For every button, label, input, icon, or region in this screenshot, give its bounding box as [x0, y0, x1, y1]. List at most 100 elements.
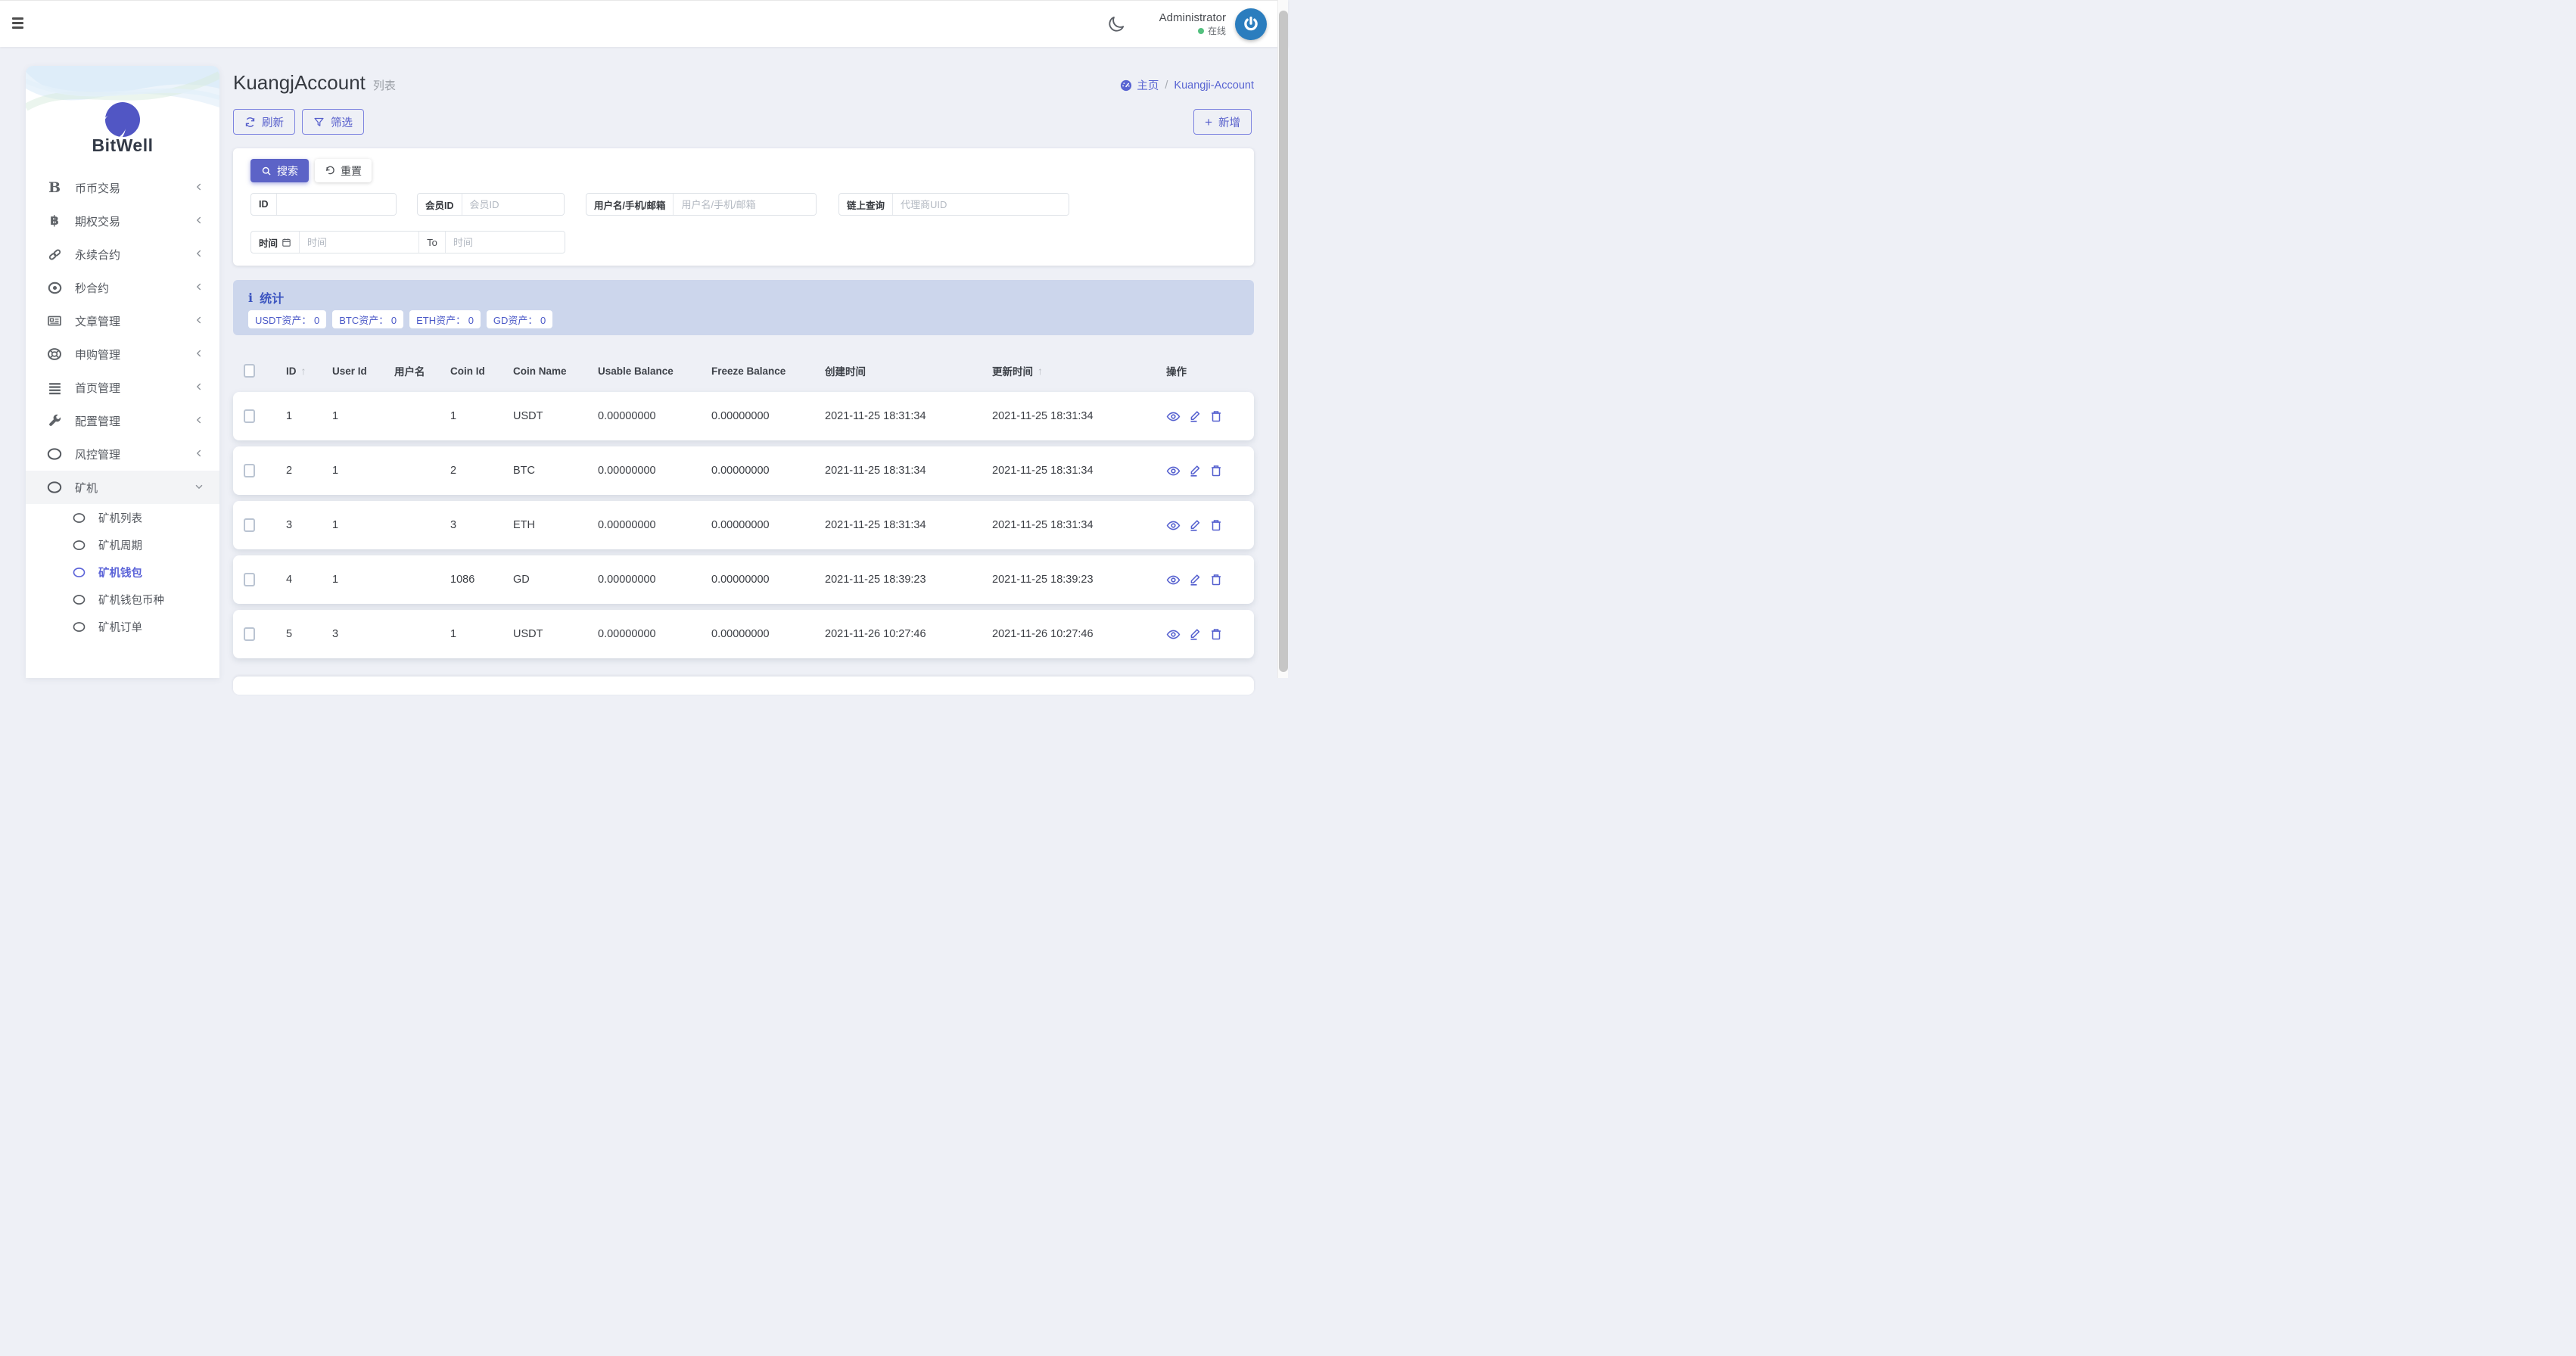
column-id[interactable]: ID ↑: [286, 365, 332, 377]
sidebar-subitem-miner-order[interactable]: 矿机订单: [26, 613, 219, 640]
cell-created: 2021-11-25 18:31:34: [825, 465, 992, 477]
reset-button[interactable]: 重置: [315, 159, 372, 182]
stats-header: i 统计: [248, 288, 284, 306]
field-id-input[interactable]: [277, 194, 397, 215]
field-time-range: 时间 To: [250, 231, 565, 253]
breadcrumb: 主页 / Kuangji-Account: [1120, 77, 1254, 93]
online-label: 在线: [1208, 26, 1226, 37]
field-username-label: 用户名/手机/邮箱: [586, 194, 674, 215]
delete-trash-icon[interactable]: [1209, 464, 1223, 478]
row-checkbox[interactable]: [244, 518, 255, 532]
refresh-button[interactable]: 刷新: [233, 109, 295, 135]
row-checkbox[interactable]: [244, 627, 255, 641]
field-chain-query: 链上查询: [838, 193, 1069, 216]
letter-b-icon: B: [45, 179, 64, 196]
column-created: 创建时间: [825, 363, 992, 378]
info-icon: i: [248, 291, 253, 305]
scrollbar-thumb[interactable]: [1279, 11, 1288, 672]
field-chain-query-input[interactable]: [893, 194, 1069, 215]
column-username: 用户名: [394, 363, 450, 378]
cell-usable: 0.00000000: [598, 410, 711, 422]
cell-coin-id: 2: [450, 465, 513, 477]
view-eye-icon[interactable]: [1166, 627, 1181, 642]
sidebar-item-label: 风控管理: [75, 446, 120, 462]
select-all-checkbox[interactable]: [244, 364, 255, 378]
circle-icon: [73, 567, 86, 578]
circle-icon: [45, 447, 64, 461]
row-checkbox[interactable]: [244, 409, 255, 423]
sidebar-item-option-trade[interactable]: ฿ 期权交易: [26, 204, 219, 238]
add-button[interactable]: + 新增: [1193, 109, 1252, 135]
sidebar-item-miner[interactable]: 矿机: [26, 471, 219, 504]
edit-pencil-icon[interactable]: [1187, 627, 1202, 642]
sort-asc-icon: ↑: [301, 365, 306, 377]
sidebar-subitem-miner-wallet[interactable]: 矿机钱包: [26, 558, 219, 586]
cell-user-id: 3: [332, 628, 394, 640]
breadcrumb-home-link[interactable]: 主页: [1120, 77, 1159, 93]
sidebar-subitem-miner-wallet-coin[interactable]: 矿机钱包币种: [26, 586, 219, 613]
view-eye-icon[interactable]: [1166, 464, 1181, 478]
sidebar-item-subscription[interactable]: 申购管理: [26, 337, 219, 371]
sidebar-subitem-miner-list[interactable]: 矿机列表: [26, 504, 219, 531]
edit-pencil-icon[interactable]: [1187, 409, 1202, 424]
column-updated[interactable]: 更新时间↑: [992, 363, 1166, 378]
sidebar-logo-area: BitWell: [26, 66, 219, 164]
time-from-input[interactable]: [300, 232, 418, 253]
cell-created: 2021-11-25 18:31:34: [825, 410, 992, 422]
sidebar-item-homepage[interactable]: 首页管理: [26, 371, 219, 404]
bitwell-logo-icon: [105, 102, 140, 137]
chevron-down-icon: [194, 481, 204, 496]
sidebar-subitem-miner-period[interactable]: 矿机周期: [26, 531, 219, 558]
breadcrumb-current: Kuangji-Account: [1174, 79, 1254, 92]
time-to-input[interactable]: [446, 232, 565, 253]
delete-trash-icon[interactable]: [1209, 518, 1223, 533]
magnifier-icon: [261, 166, 272, 176]
view-eye-icon[interactable]: [1166, 518, 1181, 533]
cell-updated: 2021-11-25 18:31:34: [992, 465, 1166, 477]
column-coin-id: Coin Id: [450, 365, 513, 377]
sidebar-item-config[interactable]: 配置管理: [26, 404, 219, 437]
sidebar-item-second-contract[interactable]: 秒合约: [26, 271, 219, 304]
column-id-label: ID: [286, 365, 297, 377]
delete-trash-icon[interactable]: [1209, 409, 1223, 424]
row-checkbox[interactable]: [244, 464, 255, 477]
cell-id: 5: [286, 628, 332, 640]
chevron-left-icon: [194, 415, 204, 429]
user-block[interactable]: Administrator 在线: [1159, 11, 1226, 37]
edit-pencil-icon[interactable]: [1187, 518, 1202, 533]
dark-mode-moon-icon[interactable]: [1106, 14, 1126, 34]
cell-user-id: 1: [332, 410, 394, 422]
sidebar-item-risk[interactable]: 风控管理: [26, 437, 219, 471]
edit-pencil-icon[interactable]: [1187, 464, 1202, 478]
row-checkbox[interactable]: [244, 573, 255, 586]
field-username-input[interactable]: [674, 194, 816, 215]
sidebar-item-label: 期权交易: [75, 213, 120, 229]
sidebar-item-perpetual[interactable]: 永续合约: [26, 238, 219, 271]
search-button[interactable]: 搜索: [250, 159, 309, 182]
view-eye-icon[interactable]: [1166, 409, 1181, 424]
edit-pencil-icon[interactable]: [1187, 573, 1202, 587]
sidebar-item-article[interactable]: 文章管理: [26, 304, 219, 337]
cell-coin-name: ETH: [513, 519, 598, 531]
hamburger-menu-icon[interactable]: [12, 17, 27, 31]
sidebar-item-coin-trade[interactable]: B 币币交易: [26, 171, 219, 204]
filter-button[interactable]: 筛选: [302, 109, 364, 135]
column-created-label: 创建时间: [825, 363, 866, 378]
field-id-label: ID: [251, 194, 277, 215]
sidebar-item-label: 配置管理: [75, 413, 120, 429]
delete-trash-icon[interactable]: [1209, 627, 1223, 642]
stat-badge-eth: ETH资产： 0: [409, 310, 481, 328]
chevron-left-icon: [194, 281, 204, 296]
search-button-label: 搜索: [277, 163, 298, 179]
avatar[interactable]: [1235, 8, 1267, 40]
sidebar-item-label: 文章管理: [75, 313, 120, 329]
add-label: 新增: [1218, 114, 1240, 130]
sidebar-nav: B 币币交易 ฿ 期权交易 永续合约 秒合约 文章管理: [26, 171, 219, 640]
view-eye-icon[interactable]: [1166, 573, 1181, 587]
field-member-id-input[interactable]: [462, 194, 564, 215]
cell-updated: 2021-11-25 18:31:34: [992, 410, 1166, 422]
sidebar-item-label: 矿机: [75, 480, 98, 496]
delete-trash-icon[interactable]: [1209, 573, 1223, 587]
cell-coin-name: USDT: [513, 628, 598, 640]
wrench-icon: [45, 414, 64, 428]
